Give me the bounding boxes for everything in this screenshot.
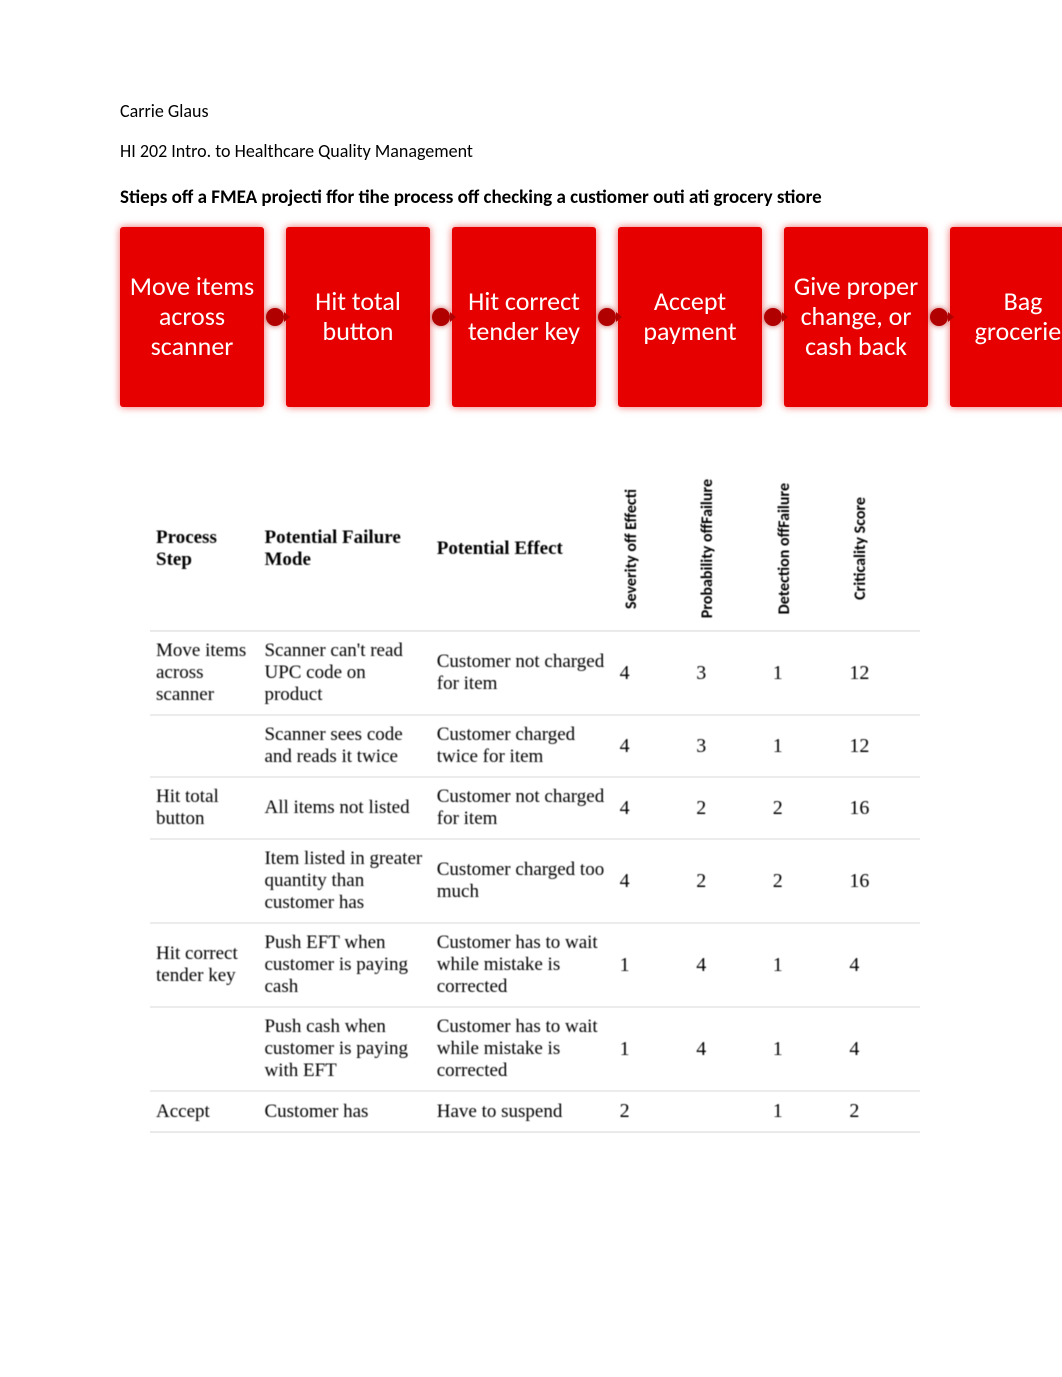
cell-effect: Customer charged too much <box>431 839 614 923</box>
course-text: HI 202 Intro. to Healthcare Quality Mana… <box>120 140 972 162</box>
cell-mode: Push EFT when customer is paying cash <box>258 923 430 1007</box>
cell-severity: 4 <box>614 631 691 715</box>
cell-mode: All items not listed <box>258 777 430 839</box>
cell-severity: 4 <box>614 715 691 777</box>
cell-mode: Push cash when customer is paying with E… <box>258 1007 430 1091</box>
cell-probability: 2 <box>690 839 767 923</box>
cell-criticality: 4 <box>843 923 920 1007</box>
cell-criticality: 12 <box>843 715 920 777</box>
flow-step-1: Move items across scanner <box>120 227 264 407</box>
cell-detection: 1 <box>767 1007 844 1091</box>
cell-process: Move items across scanner <box>150 631 258 715</box>
cell-process: Hit correct tender key <box>150 923 258 1007</box>
flow-step-5: Give proper change, or cash back <box>784 227 928 407</box>
cell-effect: Customer has to wait while mistake is co… <box>431 923 614 1007</box>
cell-probability: 3 <box>690 631 767 715</box>
cell-severity: 1 <box>614 1007 691 1091</box>
table-row: Accept Customer has Have to suspend 2 1 … <box>150 1091 920 1132</box>
fmea-table: Process Step Potential Failure Mode Pote… <box>150 467 920 1133</box>
flow-step-3: Hit correct tender key <box>452 227 596 407</box>
cell-probability: 3 <box>690 715 767 777</box>
cell-mode: Scanner sees code and reads it twice <box>258 715 430 777</box>
cell-detection: 1 <box>767 631 844 715</box>
cell-mode: Item listed in greater quantity than cus… <box>258 839 430 923</box>
table-row: Hit total button All items not listed Cu… <box>150 777 920 839</box>
cell-criticality: 12 <box>843 631 920 715</box>
cell-severity: 4 <box>614 839 691 923</box>
cell-detection: 1 <box>767 923 844 1007</box>
flow-arrow-icon <box>266 308 284 326</box>
author-text: Carrie Glaus <box>120 100 972 122</box>
header-mode: Potential Failure Mode <box>258 467 430 631</box>
cell-probability: 2 <box>690 777 767 839</box>
cell-severity: 4 <box>614 777 691 839</box>
process-flow: Move items across scanner Hit total butt… <box>120 227 972 407</box>
header-severity: Severity off Effecti <box>614 467 691 631</box>
cell-effect: Customer charged twice for item <box>431 715 614 777</box>
cell-severity: 2 <box>614 1091 691 1132</box>
cell-mode: Customer has <box>258 1091 430 1132</box>
cell-process: Hit total button <box>150 777 258 839</box>
cell-mode: Scanner can't read UPC code on product <box>258 631 430 715</box>
table-row: Push cash when customer is paying with E… <box>150 1007 920 1091</box>
flow-arrow-icon <box>598 308 616 326</box>
cell-probability: 4 <box>690 1007 767 1091</box>
cell-criticality: 4 <box>843 1007 920 1091</box>
cell-process <box>150 839 258 923</box>
table-row: Hit correct tender key Push EFT when cus… <box>150 923 920 1007</box>
flow-arrow-icon <box>764 308 782 326</box>
table-row: Move items across scanner Scanner can't … <box>150 631 920 715</box>
cell-detection: 1 <box>767 715 844 777</box>
cell-process <box>150 1007 258 1091</box>
cell-probability <box>690 1091 767 1132</box>
cell-probability: 4 <box>690 923 767 1007</box>
cell-effect: Customer not charged for item <box>431 777 614 839</box>
cell-detection: 2 <box>767 777 844 839</box>
header-effect: Potential Effect <box>431 467 614 631</box>
flow-step-6: Bag groceries <box>950 227 1062 407</box>
flow-step-4: Accept payment <box>618 227 762 407</box>
header-criticality: Criticality Score <box>843 467 920 631</box>
cell-process: Accept <box>150 1091 258 1132</box>
cell-process <box>150 715 258 777</box>
cell-effect: Customer has to wait while mistake is co… <box>431 1007 614 1091</box>
table-header-row: Process Step Potential Failure Mode Pote… <box>150 467 920 631</box>
flow-step-2: Hit total button <box>286 227 430 407</box>
table-row: Item listed in greater quantity than cus… <box>150 839 920 923</box>
cell-criticality: 16 <box>843 777 920 839</box>
flow-arrow-icon <box>432 308 450 326</box>
cell-criticality: 16 <box>843 839 920 923</box>
cell-effect: Have to suspend <box>431 1091 614 1132</box>
cell-detection: 1 <box>767 1091 844 1132</box>
cell-detection: 2 <box>767 839 844 923</box>
page-title: Stieps off a FMEA projecti ffor tihe pro… <box>120 186 972 209</box>
table-row: Scanner sees code and reads it twice Cus… <box>150 715 920 777</box>
flow-arrow-icon <box>930 308 948 326</box>
cell-effect: Customer not charged for item <box>431 631 614 715</box>
cell-criticality: 2 <box>843 1091 920 1132</box>
header-probability: Probability offFailure <box>690 467 767 631</box>
header-process: Process Step <box>150 467 258 631</box>
cell-severity: 1 <box>614 923 691 1007</box>
header-detection: Detection offFailure <box>767 467 844 631</box>
